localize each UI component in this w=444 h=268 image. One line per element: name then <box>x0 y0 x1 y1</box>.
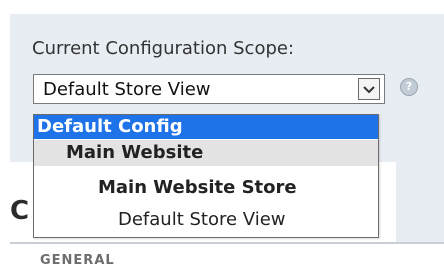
dropdown-option-default-store-view[interactable]: Default Store View <box>34 207 378 233</box>
dropdown-option-main-website-store[interactable]: Main Website Store <box>34 175 378 201</box>
section-divider <box>10 242 444 244</box>
help-icon[interactable]: ? <box>400 78 418 96</box>
page-title-fragment: C <box>10 196 30 226</box>
section-general-label: GENERAL <box>40 253 115 268</box>
dropdown-option-main-website[interactable]: Main Website <box>34 140 378 166</box>
scope-label: Current Configuration Scope: <box>32 38 295 59</box>
scope-dropdown-list[interactable]: Default Config Main Website Main Website… <box>33 114 379 238</box>
scope-select-value: Default Store View <box>43 79 211 100</box>
scope-select[interactable]: Default Store View <box>33 74 385 104</box>
dropdown-option-default-config[interactable]: Default Config <box>34 115 378 139</box>
chevron-down-icon[interactable] <box>358 78 380 100</box>
panel-background-strip <box>396 162 444 244</box>
